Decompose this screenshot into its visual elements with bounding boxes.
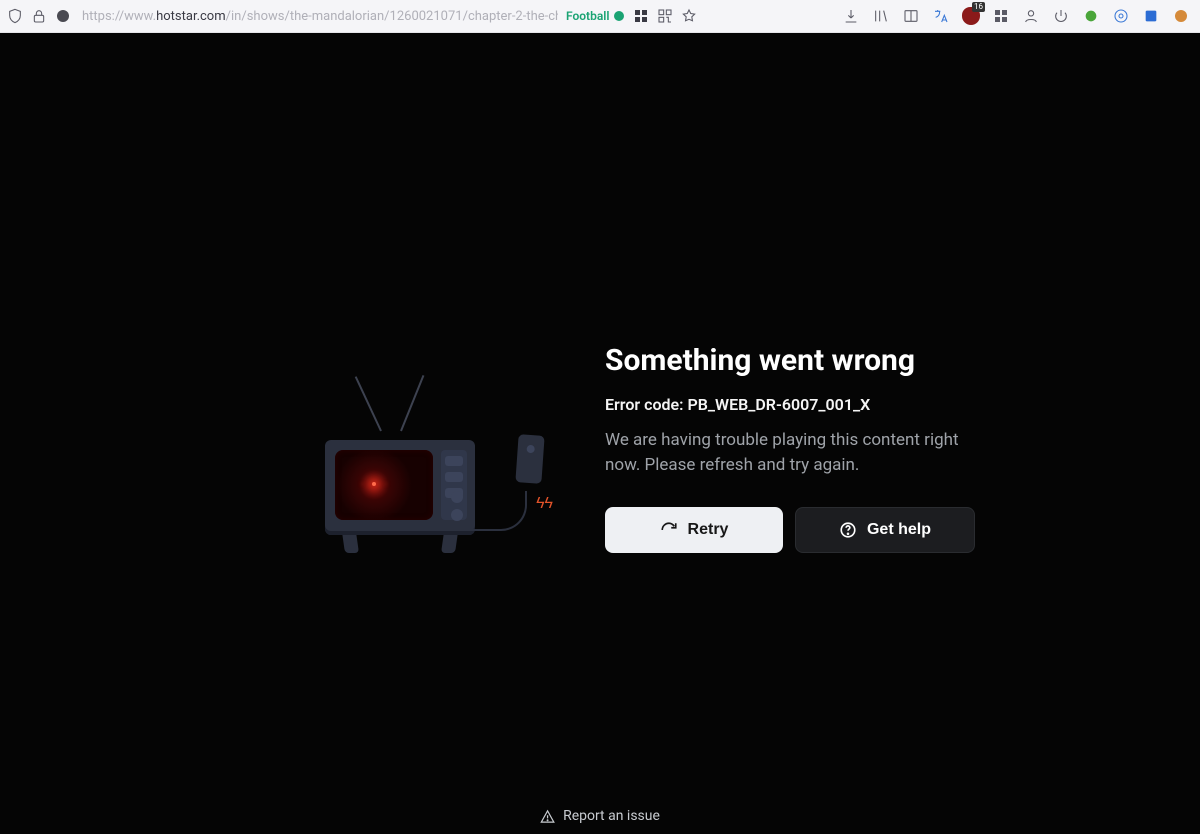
report-issue-link[interactable]: Report an issue [540,808,660,824]
extension-cookie-icon[interactable] [1172,7,1190,25]
bookmark-star-icon[interactable] [680,7,698,25]
page: ϟ ϟ Something went wrong Error code: PB_… [0,33,1200,834]
extension-green-icon[interactable] [1082,7,1100,25]
url-path: /in/shows/the-mandalorian/1260021071/cha… [226,9,558,24]
power-icon[interactable] [1052,7,1070,25]
site-permissions-icon[interactable] [54,7,72,25]
get-help-label: Get help [867,521,931,539]
grid-icon[interactable] [632,7,650,25]
reader-icon[interactable] [902,7,920,25]
report-issue-label: Report an issue [563,808,660,824]
error-buttons: Retry Get help [605,507,975,553]
live-dot-icon [614,11,624,21]
warning-icon [540,809,555,824]
translate-icon[interactable] [932,7,950,25]
retry-label: Retry [688,521,729,539]
error-text: Something went wrong Error code: PB_WEB_… [605,343,975,553]
lock-icon[interactable] [30,7,48,25]
error-description: We are having trouble playing this conte… [605,428,975,477]
qr-icon[interactable] [656,7,674,25]
extension-tab-icon[interactable] [1142,7,1160,25]
help-icon [839,521,857,539]
extension-support-icon[interactable] [1112,7,1130,25]
url-scheme: https://www. [82,9,156,24]
apps-grid-icon[interactable] [992,7,1010,25]
downloads-icon[interactable] [842,7,860,25]
chrome-right-cluster: 16 [842,7,1194,25]
football-chip[interactable]: Football [564,9,626,23]
url-bar[interactable]: https://www.hotstar.com/in/shows/the-man… [78,5,558,27]
url-host: hotstar.com [156,9,226,24]
browser-chrome: https://www.hotstar.com/in/shows/the-man… [0,0,1200,33]
refresh-icon [660,521,678,539]
get-help-button[interactable]: Get help [795,507,975,553]
account-icon[interactable] [1022,7,1040,25]
broken-tv-illustration: ϟ ϟ [325,343,555,553]
shield-icon[interactable] [6,7,24,25]
ublock-icon[interactable]: 16 [962,7,980,25]
retry-button[interactable]: Retry [605,507,783,553]
error-panel: ϟ ϟ Something went wrong Error code: PB_… [325,343,975,553]
football-chip-label: Football [566,9,610,23]
library-icon[interactable] [872,7,890,25]
error-title: Something went wrong [605,343,975,379]
error-code: Error code: PB_WEB_DR-6007_001_X [605,395,975,414]
ublock-count-badge: 16 [972,2,985,12]
